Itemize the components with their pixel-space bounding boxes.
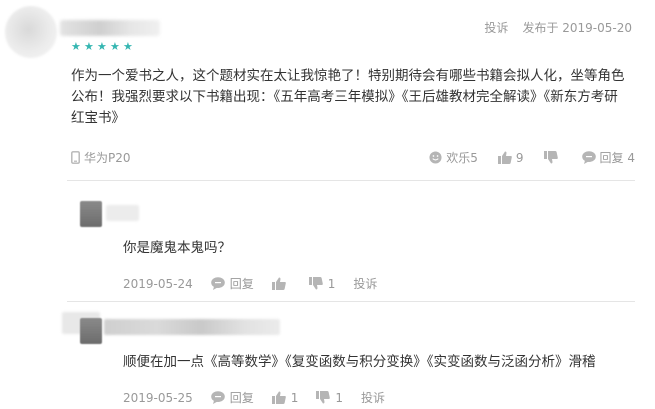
reply-username-blurred[interactable] [104,319,280,335]
star-icon: ★ [84,40,94,53]
reply-like-count: 1 [290,390,299,405]
phone-icon [71,151,80,164]
reply-like-button[interactable] [271,277,291,290]
thumbs-down-icon [308,277,323,290]
reply-meta: 2019-05-25 回复 1 1 投诉 [123,389,385,406]
reply-button[interactable]: 回复 4 [581,149,635,166]
reply-text: 你是魔鬼本鬼吗？ [123,240,231,256]
divider [67,180,635,181]
reply-date: 2019-05-25 [123,390,193,405]
reply-text: 顺便在加一点《高等数学》《复变函数与积分变换》《实变函数与泛函分析》滑稽 [123,354,596,370]
divider [67,301,635,302]
reply-report-link[interactable]: 投诉 [361,389,385,406]
dislike-button[interactable] [543,149,562,166]
user-avatar[interactable] [5,6,57,58]
happy-button[interactable]: 欢乐5 [429,149,478,166]
rating-stars: ★ ★ ★ ★ ★ [71,41,134,52]
star-icon: ★ [110,40,120,53]
speech-bubble-icon [581,151,596,164]
smiley-icon [429,151,442,164]
reply-reply-label: 回复 [229,277,254,291]
reply-reply-button[interactable]: 回复 [210,275,254,292]
reply-dislike-count: 1 [335,390,344,405]
report-link[interactable]: 投诉 [484,19,508,36]
reply-avatar[interactable] [80,318,102,344]
reply-dislike-count: 1 [327,276,336,291]
device-info: 华为P20 [71,149,131,166]
comment-text: 作为一个爱书之人，这个题材实在太让我惊艳了！特别期待会有哪些书籍会拟人化，坐等角… [71,68,625,126]
reply-username-blurred[interactable] [106,205,139,221]
thumbs-down-icon [543,151,558,164]
reply-reply-label: 回复 [229,391,254,405]
reply-avatar[interactable] [80,201,102,227]
reply-date: 2019-05-24 [123,276,193,291]
happy-label: 欢乐5 [446,151,478,165]
thumbs-up-icon [271,391,286,404]
reply-dislike-button[interactable]: 1 [316,391,343,405]
publish-date: 发布于 2019-05-20 [522,21,632,35]
like-count: 9 [515,150,524,165]
reply-like-button[interactable]: 1 [271,390,299,405]
comment-actions: 欢乐5 9 回复 4 [429,149,635,166]
thumbs-down-icon [316,391,331,404]
reply-reply-button[interactable]: 回复 [210,389,254,406]
comment-header-right: 投诉 发布于 2019-05-20 [484,19,632,36]
star-icon: ★ [71,40,81,53]
thumbs-up-icon [497,151,512,164]
star-icon: ★ [97,40,107,53]
reply-dislike-button[interactable]: 1 [308,276,336,291]
thumbs-up-icon [271,277,286,290]
reply-report-link[interactable]: 投诉 [353,275,377,292]
speech-bubble-icon [210,391,225,404]
like-button[interactable]: 9 [497,149,524,166]
reply-meta: 2019-05-24 回复 1 投诉 [123,275,377,292]
username-blurred[interactable] [60,20,160,36]
star-icon: ★ [123,40,133,53]
reply-label: 回复 4 [599,151,635,165]
device-name: 华为P20 [84,151,131,165]
speech-bubble-icon [210,277,225,290]
